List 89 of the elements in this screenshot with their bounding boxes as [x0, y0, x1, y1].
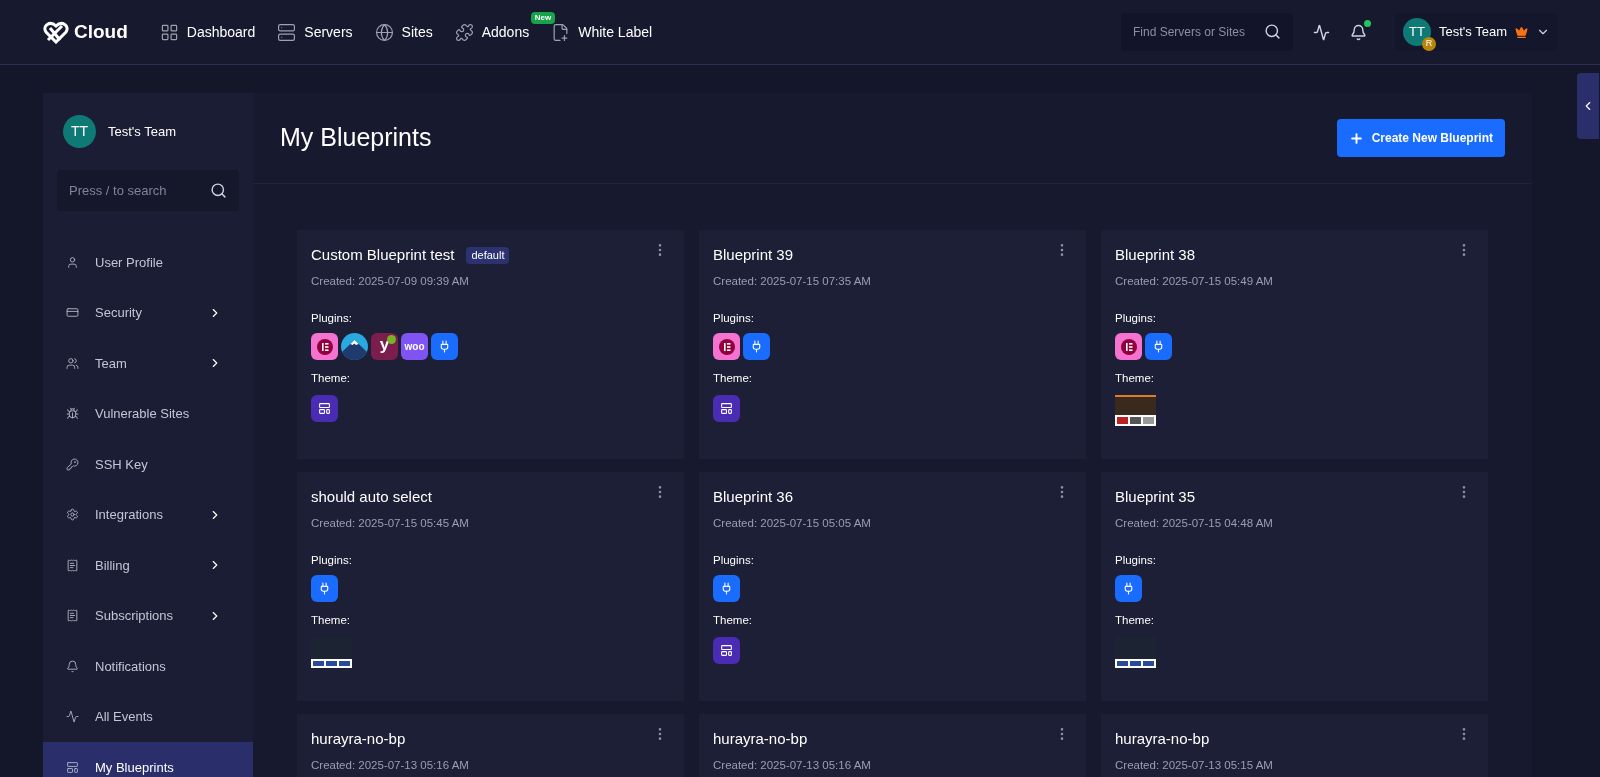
mountain-logo-icon	[341, 333, 368, 360]
plugins-label: Plugins:	[311, 552, 353, 568]
created-date: Created: 2025-07-15 07:35 AM	[713, 273, 872, 289]
sidebar-item[interactable]: Security	[43, 287, 253, 338]
team-name: Test's Team	[108, 122, 176, 141]
blueprint-title: hurayra-no-bp	[1115, 729, 1210, 749]
team-name: Test's Team	[1439, 23, 1507, 42]
plugins-label: Plugins:	[1115, 552, 1157, 568]
sidebar-item[interactable]: Vulnerable Sites	[43, 388, 253, 439]
nav-link[interactable]: Servers	[277, 21, 353, 43]
key-icon	[66, 457, 79, 471]
logo-text: Cloud	[74, 19, 128, 44]
gear-icon	[66, 508, 79, 522]
plug-icon	[311, 575, 338, 602]
sidebar-search-field[interactable]: Press / to search	[57, 170, 239, 211]
nav-link[interactable]: Dashboard	[159, 21, 256, 43]
theme-label: Theme:	[311, 371, 351, 386]
created-date: Created: 2025-07-15 04:48 AM	[1115, 515, 1274, 531]
activity-icon[interactable]	[1313, 23, 1330, 41]
plugin-logo-icon	[713, 333, 740, 360]
sidebar-item[interactable]: User Profile	[43, 237, 253, 288]
plug-icon	[431, 333, 458, 360]
plugin-logo-icon: woo	[401, 333, 428, 360]
plugin-logo-icon: y	[371, 333, 398, 360]
avatar: TT	[63, 115, 96, 148]
theme-label: Theme:	[311, 613, 351, 628]
new-badge: New	[530, 11, 556, 24]
blueprint-title: hurayra-no-bp	[311, 729, 406, 749]
sidebar-item[interactable]: Subscriptions	[43, 590, 253, 641]
bug-icon	[66, 407, 79, 421]
nav-link[interactable]: Sites	[374, 21, 433, 43]
theme-icon	[713, 637, 740, 665]
plugins-label: Plugins:	[713, 310, 755, 326]
role-badge: R	[1422, 37, 1436, 51]
pulse-icon	[66, 710, 79, 724]
theme-thumbnail	[1115, 637, 1156, 669]
sidebar-item[interactable]: SSH Key	[43, 439, 253, 490]
plugins-label: Plugins:	[1115, 310, 1157, 326]
theme-thumbnail	[1115, 395, 1156, 427]
plugins-label: Plugins:	[713, 552, 755, 568]
theme-thumbnail	[311, 637, 352, 669]
blueprint-title: Blueprint 39	[713, 245, 794, 265]
created-date: Created: 2025-07-15 05:45 AM	[311, 515, 470, 531]
theme-icon	[311, 395, 338, 423]
page-title: My Blueprints	[280, 122, 432, 154]
sidebar-item[interactable]: My Blueprints	[43, 742, 253, 777]
bell-icon	[66, 659, 79, 673]
search-icon	[1264, 23, 1281, 40]
plug-icon	[1115, 575, 1142, 602]
search-icon	[210, 182, 227, 199]
blueprint-title: Blueprint 35	[1115, 487, 1196, 507]
blueprint-title: Custom Blueprint test	[311, 245, 455, 265]
bill-icon	[66, 558, 79, 572]
team-menu-button[interactable]: TT R Test's Team	[1395, 13, 1558, 51]
created-date: Created: 2025-07-15 05:05 AM	[713, 515, 872, 531]
theme-icon	[713, 395, 740, 423]
crown-icon	[1515, 25, 1528, 39]
blueprint-title: Blueprint 36	[713, 487, 794, 507]
sidebar-item[interactable]: Integrations	[43, 489, 253, 540]
dashboard-icon	[159, 22, 179, 42]
theme-label: Theme:	[713, 371, 753, 386]
sidebar-item[interactable]: Notifications	[43, 641, 253, 692]
sidebar-item[interactable]: Billing	[43, 540, 253, 591]
search-field[interactable]: Find Servers or Sites	[1121, 13, 1293, 51]
plug-icon	[743, 333, 770, 360]
created-date: Created: 2025-07-15 05:49 AM	[1115, 273, 1274, 289]
plugin-logo-icon	[1115, 333, 1142, 360]
bill-icon	[66, 609, 79, 623]
default-badge: default	[466, 247, 510, 264]
blueprint-title: should auto select	[311, 487, 432, 507]
sidebar-item[interactable]: Team	[43, 338, 253, 389]
created-date: Created: 2025-07-13 05:16 AM	[311, 757, 470, 773]
plug-icon	[1145, 333, 1172, 360]
blueprint-title: Blueprint 38	[1115, 245, 1196, 265]
user-icon	[66, 255, 79, 269]
theme-label: Theme:	[1115, 613, 1155, 628]
created-date: Created: 2025-07-09 09:39 AM	[311, 273, 470, 289]
create-blueprint-button[interactable]: Create New Blueprint	[1336, 119, 1505, 157]
plug-icon	[713, 575, 740, 602]
theme-label: Theme:	[713, 613, 753, 628]
logo-icon	[42, 20, 70, 44]
blueprint-title: hurayra-no-bp	[713, 729, 808, 749]
plugin-logo-icon	[311, 333, 338, 360]
plugins-label: Plugins:	[311, 310, 353, 326]
created-date: Created: 2025-07-13 05:16 AM	[713, 757, 872, 773]
sidebar-item[interactable]: All Events	[43, 691, 253, 742]
plus-icon	[1348, 130, 1364, 146]
created-date: Created: 2025-07-13 05:15 AM	[1115, 757, 1274, 773]
theme-label: Theme:	[1115, 371, 1155, 386]
